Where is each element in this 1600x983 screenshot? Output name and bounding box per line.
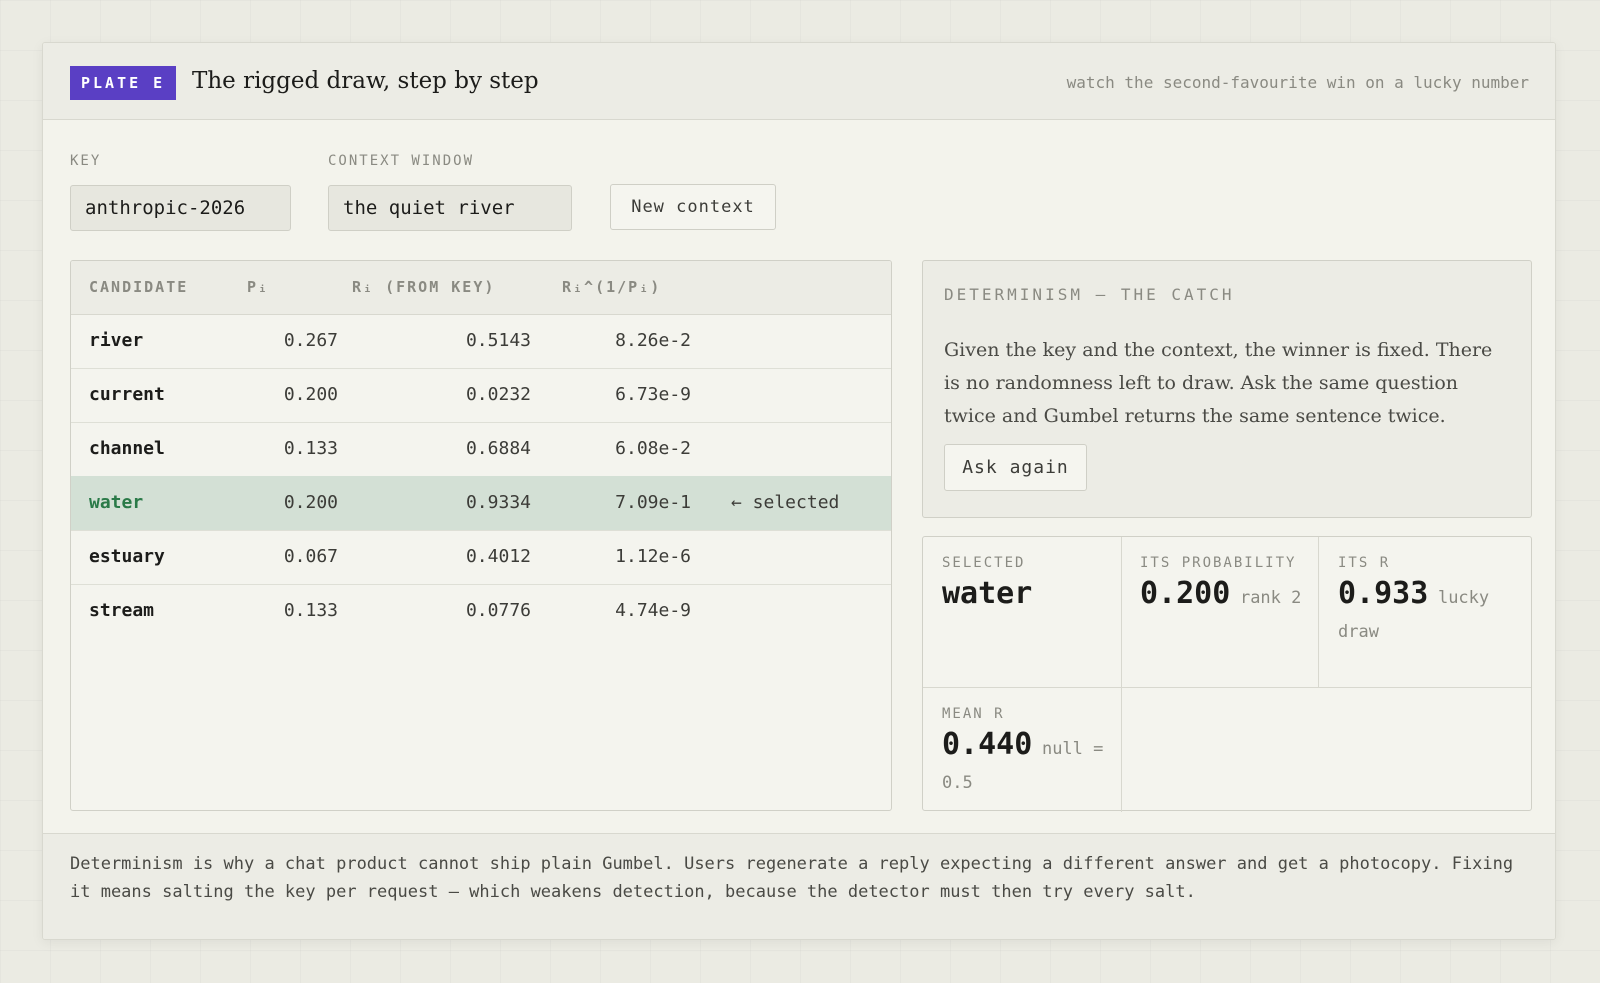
candidate-name: stream — [89, 600, 155, 621]
candidate-p: 0.200 — [283, 384, 338, 405]
determinism-panel: DETERMINISM — THE CATCH Given the key an… — [922, 260, 1532, 518]
candidate-p: 0.133 — [283, 438, 338, 459]
column-header-candidate: CANDIDATE — [89, 278, 189, 296]
stat-selected: SELECTED water — [942, 551, 1112, 615]
ask-again-button[interactable]: Ask again — [944, 444, 1087, 491]
stats-divider — [1121, 537, 1122, 812]
candidate-table: CANDIDATE Pᵢ Rᵢ (FROM KEY) Rᵢ^(1/Pᵢ) riv… — [70, 260, 892, 811]
candidate-r-pow: 1.12e-6 — [615, 546, 691, 567]
key-input[interactable] — [70, 185, 291, 231]
plate-card: PLATE E The rigged draw, step by step wa… — [42, 42, 1556, 940]
candidate-r-pow: 6.08e-2 — [615, 438, 691, 459]
column-header-p: Pᵢ — [247, 278, 270, 296]
plate-tagline: watch the second-favourite win on a luck… — [1066, 73, 1529, 92]
candidate-r: 0.9334 — [465, 492, 531, 513]
footer-note: Determinism is why a chat product cannot… — [70, 854, 1514, 902]
stats-divider — [1318, 537, 1319, 687]
table-row-selected[interactable]: water 0.200 0.9334 7.09e-1 ← selected — [71, 476, 891, 531]
candidate-p: 0.133 — [283, 600, 338, 621]
candidate-p: 0.200 — [283, 492, 338, 513]
candidate-r-pow: 4.74e-9 — [615, 600, 691, 621]
table-header: CANDIDATE Pᵢ Rᵢ (FROM KEY) Rᵢ^(1/Pᵢ) — [71, 261, 891, 315]
candidate-name: river — [89, 330, 144, 351]
candidate-name: current — [89, 384, 165, 405]
table-row[interactable]: channel 0.133 0.6884 6.08e-2 — [71, 422, 891, 477]
candidate-name: water — [89, 492, 144, 513]
candidate-p: 0.067 — [283, 546, 338, 567]
column-header-r-pow: Rᵢ^(1/Pᵢ) — [562, 278, 662, 296]
column-header-r: Rᵢ (FROM KEY) — [352, 278, 496, 296]
candidate-r-pow: 6.73e-9 — [615, 384, 691, 405]
table-row[interactable]: current 0.200 0.0232 6.73e-9 — [71, 368, 891, 423]
candidate-name: estuary — [89, 546, 165, 567]
stat-r-value: 0.933 — [1338, 576, 1429, 611]
candidate-r: 0.5143 — [465, 330, 531, 351]
selected-marker: ← selected — [731, 492, 840, 513]
candidate-r: 0.0232 — [465, 384, 531, 405]
determinism-body: Given the key and the context, the winne… — [944, 339, 1493, 427]
stat-probability-value: 0.200 — [1140, 576, 1231, 611]
stat-selected-value: water — [942, 576, 1033, 611]
stat-probability-label: ITS PROBABILITY — [1140, 555, 1297, 571]
stat-r: ITS R 0.933 lucky draw — [1338, 551, 1518, 649]
stats-grid: SELECTED water ITS PROBABILITY 0.200 ran… — [922, 536, 1532, 812]
context-window-input[interactable] — [328, 185, 572, 231]
key-label: KEY — [70, 153, 102, 169]
stat-mean-r-label: MEAN R — [942, 706, 1005, 722]
table-row[interactable]: estuary 0.067 0.4012 1.12e-6 — [71, 530, 891, 585]
stat-mean-r-value: 0.440 — [942, 727, 1033, 762]
new-context-button[interactable]: New context — [610, 184, 776, 230]
plate-title: The rigged draw, step by step — [192, 68, 539, 94]
candidate-p: 0.267 — [283, 330, 338, 351]
candidate-r: 0.0776 — [465, 600, 531, 621]
determinism-title: DETERMINISM — THE CATCH — [944, 285, 1235, 304]
candidate-r-pow: 8.26e-2 — [615, 330, 691, 351]
candidate-r: 0.6884 — [465, 438, 531, 459]
stat-selected-label: SELECTED — [942, 555, 1026, 571]
candidate-r-pow: 7.09e-1 — [615, 492, 691, 513]
candidate-name: channel — [89, 438, 165, 459]
plate-badge: PLATE E — [70, 66, 177, 100]
stat-probability: ITS PROBABILITY 0.200 rank 2 — [1140, 551, 1310, 615]
context-window-label: CONTEXT WINDOW — [328, 153, 475, 169]
stats-divider — [923, 687, 1531, 688]
plate-header: PLATE E The rigged draw, step by step wa… — [43, 43, 1555, 120]
stat-mean-r: MEAN R 0.440 null = 0.5 — [942, 702, 1112, 800]
stat-r-label: ITS R — [1338, 555, 1391, 571]
table-row[interactable]: river 0.267 0.5143 8.26e-2 — [71, 314, 891, 369]
table-row[interactable]: stream 0.133 0.0776 4.74e-9 — [71, 584, 891, 638]
candidate-r: 0.4012 — [465, 546, 531, 567]
stat-probability-note: rank 2 — [1239, 588, 1302, 608]
plate-footer: Determinism is why a chat product cannot… — [43, 833, 1555, 939]
